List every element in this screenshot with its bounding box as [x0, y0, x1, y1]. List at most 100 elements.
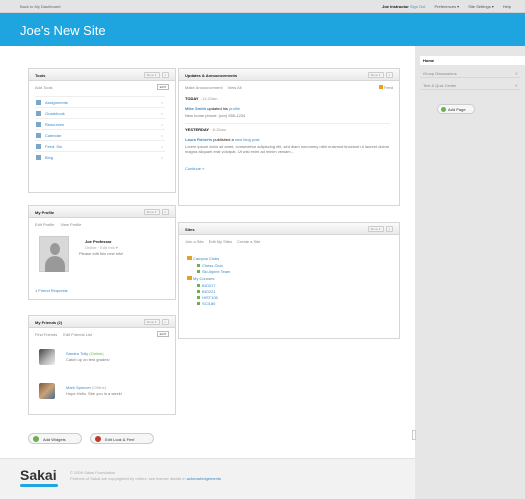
- friend-photo[interactable]: [39, 383, 55, 399]
- tool-assignments[interactable]: Assignments x: [35, 96, 165, 106]
- friend-name-text: Sandra Tully: [66, 351, 89, 356]
- continue-link[interactable]: Continue »: [185, 166, 204, 171]
- find-friends-link[interactable]: Find Friends: [35, 332, 57, 337]
- update-headline: Laura Roberts published a new blog post: [185, 137, 260, 142]
- folder-label: Campus Clubs: [193, 256, 220, 261]
- folder-my-courses[interactable]: My Courses: [187, 276, 214, 281]
- make-announcement-link[interactable]: Make Announcement: [185, 85, 223, 90]
- close-icon[interactable]: x: [161, 72, 169, 78]
- remove-icon[interactable]: x: [161, 133, 163, 138]
- tool-calendar[interactable]: Calendar x: [35, 129, 165, 139]
- back-to-dashboard-link[interactable]: Back to My Dashboard: [20, 4, 60, 9]
- updates-header: Updates & Announcements Menu ▾ x: [179, 69, 399, 81]
- help-link[interactable]: Help: [503, 4, 511, 9]
- collapse-handle[interactable]: [412, 430, 416, 440]
- tool-label: Calendar: [45, 133, 62, 138]
- panel-title: Tools: [35, 73, 46, 78]
- feed-link[interactable]: Feed: [378, 85, 393, 90]
- view-profile-link[interactable]: View Profile: [60, 222, 81, 227]
- close-icon[interactable]: x: [161, 209, 169, 215]
- site-settings-menu[interactable]: Site Settings ▾: [468, 4, 494, 9]
- update-author[interactable]: Mike Smith: [185, 106, 206, 111]
- menu-button[interactable]: Menu ▾: [367, 72, 384, 78]
- signout-link[interactable]: Sign Out: [410, 4, 426, 9]
- remove-icon[interactable]: x: [161, 144, 163, 149]
- site-banner: Joe's New Site: [0, 13, 525, 46]
- tool-label: Gradebook: [45, 111, 65, 116]
- remove-icon[interactable]: x: [161, 111, 163, 116]
- add-widgets-button[interactable]: Add Widgets: [28, 433, 82, 444]
- close-icon[interactable]: ✕: [515, 83, 518, 88]
- friends-header: My Friends (2) Menu ▾ x: [29, 316, 175, 328]
- update-target[interactable]: profile: [229, 106, 240, 111]
- updates-subnav: Make Announcement View All: [185, 85, 242, 90]
- update-action: updated his: [207, 106, 228, 111]
- update-target[interactable]: new blog post: [235, 137, 260, 142]
- friend-requests-link[interactable]: 1 Friend Requests: [35, 288, 68, 293]
- site-title: Joe's New Site: [20, 23, 106, 38]
- remove-icon[interactable]: x: [161, 100, 163, 105]
- site-link[interactable]: Ski Alpine Team: [197, 269, 230, 274]
- friend-photo[interactable]: [39, 349, 55, 365]
- menu-button[interactable]: Menu ▾: [143, 72, 160, 78]
- friend-name[interactable]: Sandra Tully (Online): [66, 351, 104, 356]
- join-site-link[interactable]: Join a Site: [185, 239, 204, 244]
- nav-item-text-quiz[interactable]: Text & Quiz Center ✕: [420, 81, 520, 90]
- menu-button[interactable]: Menu ▾: [367, 226, 384, 232]
- edit-friends-link[interactable]: Edit Friends List: [63, 332, 92, 337]
- tool-label: Resources: [45, 122, 65, 127]
- friend-name[interactable]: Mark Spencer (Offline): [66, 385, 106, 390]
- profile-quote: Please edit this new info!: [79, 251, 124, 256]
- footer-license-text: Portions of Sakai are copyrighted by oth…: [70, 476, 186, 481]
- edit-sites-link[interactable]: Edit My Sites: [209, 239, 232, 244]
- profile-name: Joe Professor: [85, 239, 112, 244]
- avatar[interactable]: [39, 236, 69, 272]
- check-icon: [197, 290, 200, 293]
- folder-campus-clubs[interactable]: Campus Clubs: [187, 256, 219, 261]
- view-all-link[interactable]: View All: [228, 85, 242, 90]
- calendar-icon: [36, 133, 41, 138]
- acknowledgements-link[interactable]: acknowledgements: [187, 476, 221, 481]
- edit-profile-link[interactable]: Edit Profile: [35, 222, 54, 227]
- friends-tabs: Find Friends Edit Friends List: [35, 332, 92, 337]
- close-icon[interactable]: ✕: [515, 71, 518, 76]
- menu-button[interactable]: Menu ▾: [143, 319, 160, 325]
- close-icon[interactable]: x: [161, 319, 169, 325]
- panel-title: Sites: [185, 227, 195, 232]
- add-page-button[interactable]: Add Page: [437, 104, 475, 114]
- close-icon[interactable]: x: [385, 72, 393, 78]
- edit-button[interactable]: EDIT: [157, 331, 169, 337]
- tool-gradebook[interactable]: Gradebook x: [35, 107, 165, 117]
- close-icon[interactable]: x: [385, 226, 393, 232]
- update-author[interactable]: Laura Roberts: [185, 137, 212, 142]
- preferences-menu[interactable]: Preferences ▾: [435, 4, 460, 9]
- edit-look-button[interactable]: Edit Look & Feel: [90, 433, 154, 444]
- edit-button[interactable]: EDIT: [157, 84, 169, 90]
- site-link[interactable]: BIO217: [197, 283, 216, 288]
- gradebook-icon: [36, 111, 41, 116]
- update-headline: Mike Smith updated his profile: [185, 106, 240, 111]
- tool-blog[interactable]: Blog x: [35, 151, 165, 161]
- date-time: · 11:32am: [199, 96, 218, 101]
- remove-icon[interactable]: x: [161, 122, 163, 127]
- sakai-logo[interactable]: Sakai: [20, 467, 58, 487]
- tool-resources[interactable]: Resources x: [35, 118, 165, 128]
- profile-status[interactable]: Online · Edit Info ▾: [85, 245, 118, 250]
- feed-icon: [36, 144, 41, 149]
- remove-icon[interactable]: x: [161, 155, 163, 160]
- sites-panel: Sites Menu ▾ x Join a Site Edit My Sites …: [178, 222, 400, 339]
- add-tools-link[interactable]: Add Tools: [35, 85, 53, 90]
- site-link[interactable]: BIO221: [197, 289, 216, 294]
- avatar-body: [45, 256, 65, 272]
- tool-feed[interactable]: Feed: Sio x: [35, 140, 165, 150]
- menu-button[interactable]: Menu ▾: [143, 209, 160, 215]
- site-link[interactable]: HIST105: [197, 295, 218, 300]
- create-site-link[interactable]: Create a Site: [237, 239, 260, 244]
- site-link[interactable]: SCI180: [197, 301, 215, 306]
- nav-item-group-discussions[interactable]: Group Discussions ✕: [420, 69, 520, 78]
- site-link[interactable]: Chess Club: [197, 263, 223, 268]
- nav-item-home[interactable]: Home: [420, 56, 525, 65]
- update-date: TODAY · 11:32am: [185, 96, 217, 101]
- site-label: BIO217: [202, 283, 216, 288]
- friend-message: Catch up on test grades!: [66, 357, 110, 362]
